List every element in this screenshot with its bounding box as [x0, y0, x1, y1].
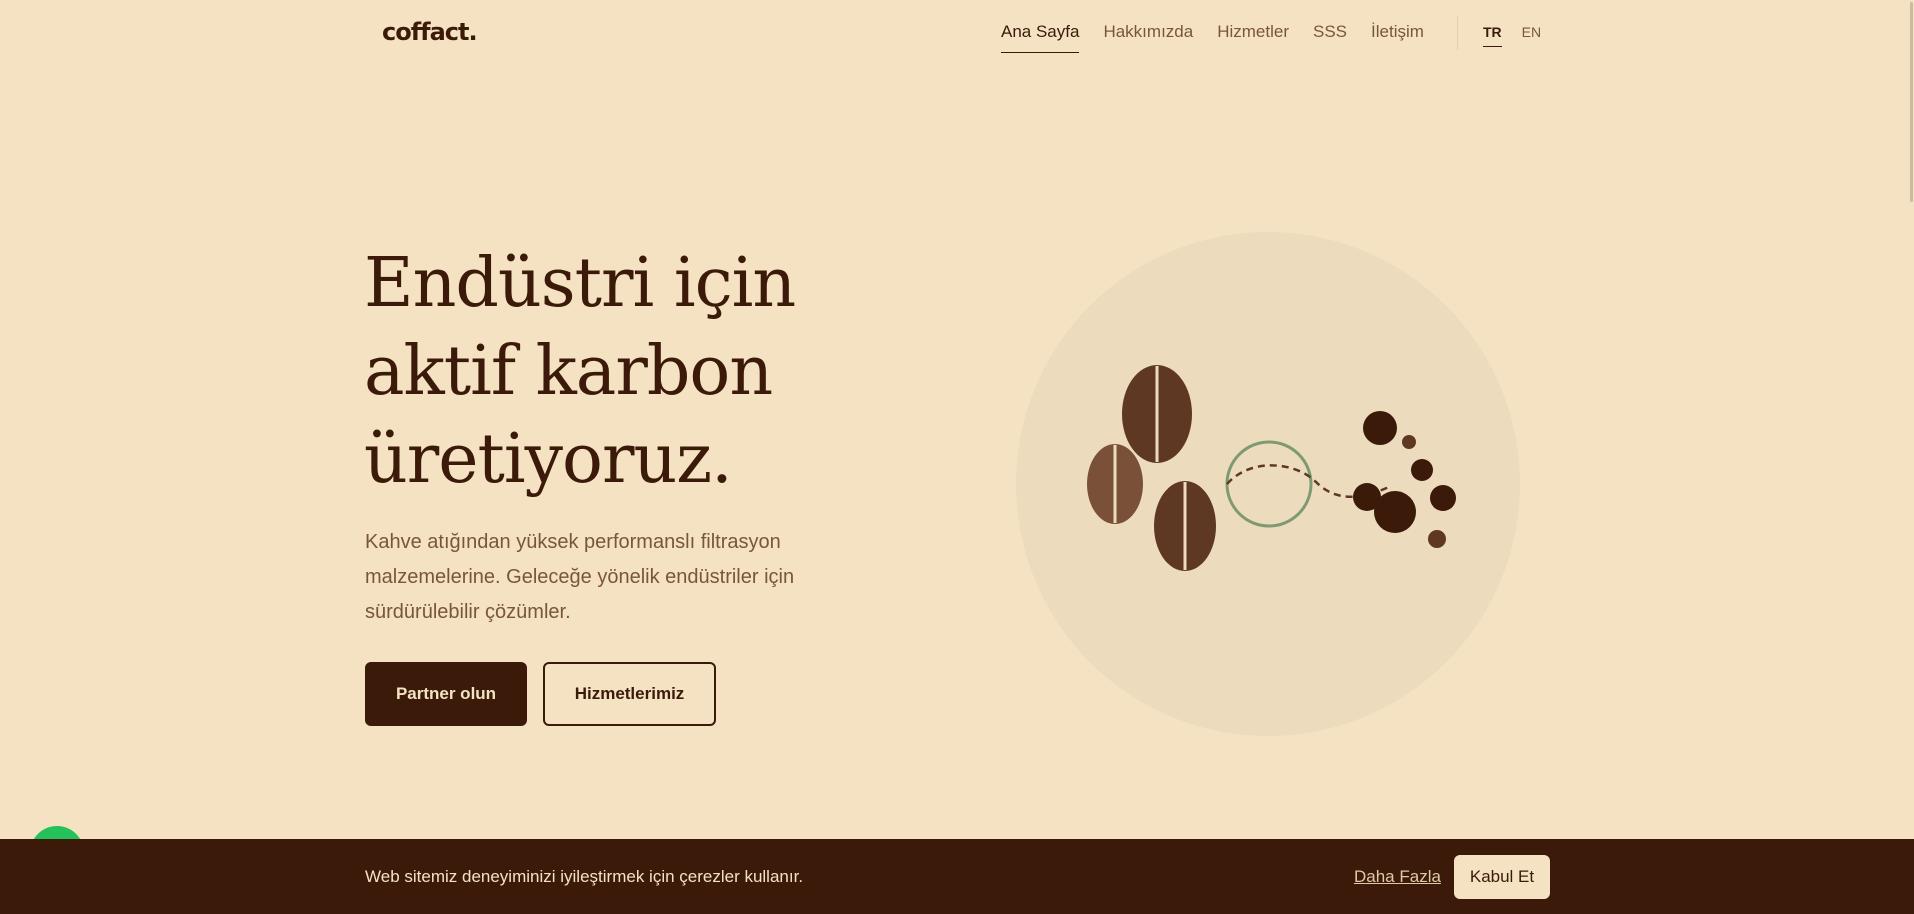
nav-item-faq[interactable]: SSS — [1313, 22, 1347, 53]
coffee-bean-icon — [1087, 444, 1143, 524]
nav-item-services[interactable]: Hizmetler — [1217, 22, 1289, 53]
coffee-bean-icon — [1154, 481, 1216, 571]
lang-en[interactable]: EN — [1522, 24, 1541, 47]
cookie-banner: Web sitemiz deneyiminizi iyileştirmek iç… — [0, 839, 1914, 914]
hero-title: Endüstri için aktif karbon üretiyoruz. — [364, 240, 924, 504]
hero-title-line-3: üretiyoruz. — [364, 420, 733, 499]
page-scrollbar[interactable] — [1908, 0, 1914, 210]
partner-button[interactable]: Partner olun — [365, 662, 527, 726]
coffee-bean-icon — [1122, 365, 1192, 463]
services-button[interactable]: Hizmetlerimiz — [543, 662, 716, 726]
scrollbar-thumb[interactable] — [1910, 2, 1913, 202]
nav-item-home[interactable]: Ana Sayfa — [1001, 22, 1080, 53]
cookie-more-link[interactable]: Daha Fazla — [1354, 867, 1441, 887]
hero-title-line-2: aktif karbon — [364, 332, 773, 411]
nav-divider — [1457, 16, 1458, 50]
lang-tr[interactable]: TR — [1483, 24, 1502, 47]
site-header: coffact. Ana Sayfa Hakkımızda Hizmetler … — [0, 0, 1914, 66]
nav-item-contact[interactable]: İletişim — [1371, 22, 1424, 53]
nav-item-about[interactable]: Hakkımızda — [1103, 22, 1193, 53]
logo[interactable]: coffact. — [382, 18, 478, 46]
hero-subtitle: Kahve atığından yüksek performanslı filt… — [365, 531, 795, 623]
hero-title-line-1: Endüstri için — [364, 244, 796, 323]
cookie-accept-button[interactable]: Kabul Et — [1454, 855, 1550, 899]
cookie-message: Web sitemiz deneyiminizi iyileştirmek iç… — [365, 867, 804, 886]
language-switcher: TR EN — [1483, 24, 1541, 47]
main-nav: Ana Sayfa Hakkımızda Hizmetler SSS İleti… — [1001, 22, 1424, 53]
coffee-to-carbon-illustration — [1016, 232, 1520, 736]
